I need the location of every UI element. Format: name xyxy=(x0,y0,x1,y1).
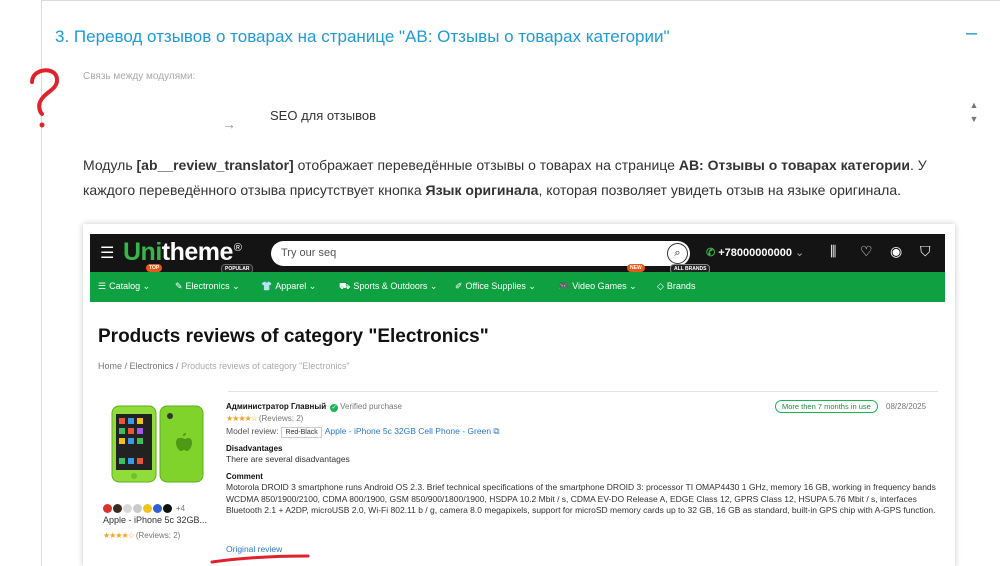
product-name[interactable]: Apple - iPhone 5c 32GB... xyxy=(103,515,207,525)
divider xyxy=(228,391,938,392)
store-header: ☰ Unitheme® Try our seq ⌕ ✆ +78000000000 … xyxy=(90,234,945,274)
breadcrumb-current: Products reviews of category "Electronic… xyxy=(181,361,350,371)
review-author: Администратор Главный ✓ Verified purchase xyxy=(226,402,402,412)
arrow-up-icon[interactable]: ▲ xyxy=(968,98,980,112)
module-description: Модуль [ab__review_translator] отображае… xyxy=(83,157,927,198)
nav-catalog[interactable]: ☰ Catalog ⌄ xyxy=(98,281,150,292)
button-name: Язык оригинала xyxy=(425,182,539,198)
page-title: Products reviews of category "Electronic… xyxy=(98,326,489,347)
comment-heading: Comment xyxy=(226,472,263,481)
nav-brands[interactable]: ◇ Brands xyxy=(657,281,695,292)
model-review: Model review: Red-Black Apple - iPhone 5c … xyxy=(226,426,500,438)
comment-text: Motorola DROID 3 smartphone runs Android… xyxy=(226,482,936,515)
red-underline-annotation xyxy=(210,554,310,564)
review-date: 08/28/2025 xyxy=(886,402,927,411)
color-swatch[interactable] xyxy=(143,504,152,514)
color-swatch[interactable] xyxy=(153,504,162,514)
variant-tag: Red-Black xyxy=(281,427,322,438)
collapse-icon[interactable]: – xyxy=(966,22,977,45)
color-swatch[interactable] xyxy=(103,504,112,514)
nav-sports[interactable]: ⛟ Sports & Outdoors ⌄ xyxy=(339,281,437,293)
page-name: АВ: Отзывы о товарах категории xyxy=(678,157,910,173)
color-swatch[interactable] xyxy=(113,504,122,514)
breadcrumb: Home / Electronics / Products reviews of… xyxy=(98,361,350,371)
product-rating: ★★★★☆ (Reviews: 2) xyxy=(103,531,181,540)
question-mark-annotation xyxy=(30,68,59,128)
nav-office[interactable]: ✐ Office Supplies ⌄ xyxy=(455,281,536,292)
menu-icon[interactable]: ☰ xyxy=(100,243,114,263)
search-icon[interactable]: ⌕ xyxy=(667,243,688,264)
accordion-title[interactable]: 3. Перевод отзывов о товарах на странице… xyxy=(55,27,670,47)
account-icon[interactable]: ◉ xyxy=(890,243,902,260)
model-link[interactable]: Apple - iPhone 5c 32GB Cell Phone - Gree… xyxy=(325,426,500,436)
breadcrumb-electronics[interactable]: Electronics xyxy=(130,361,174,371)
cart-icon[interactable]: ⛉ xyxy=(920,243,931,260)
phone-number[interactable]: ✆ +78000000000 ⌄ xyxy=(706,246,804,259)
store-logo[interactable]: Unitheme® xyxy=(123,238,242,267)
compare-icon[interactable]: ⫼ xyxy=(830,243,836,260)
color-swatch[interactable] xyxy=(133,504,142,514)
review-rating: ★★★★☆ (Reviews: 2) xyxy=(226,414,304,423)
store-screenshot: ☰ Unitheme® Try our seq ⌕ ✆ +78000000000 … xyxy=(83,224,955,566)
relation-label: Связь между модулями: xyxy=(83,71,196,82)
phone-icon: ✆ xyxy=(706,247,716,259)
category-nav: ☰ Catalog ⌄ ✎ Electronics ⌄ 👕 Apparel ⌄ ⛟ Sp… xyxy=(90,272,945,302)
usage-time-badge: More then 7 months in use xyxy=(775,400,878,413)
nav-video-games[interactable]: 🎮 Video Games ⌄ xyxy=(558,281,637,292)
arrow-down-icon[interactable]: ▼ xyxy=(968,112,980,126)
search-input[interactable]: Try our seq ⌕ xyxy=(271,241,690,266)
arrow-right-icon: → xyxy=(222,116,236,132)
wishlist-icon[interactable]: ♡ xyxy=(860,243,873,260)
related-module[interactable]: SEO для отзывов xyxy=(270,108,376,123)
disadvantages-text: There are several disadvantages xyxy=(226,454,350,464)
verified-purchase: ✓ Verified purchase xyxy=(330,402,402,412)
scroll-arrows[interactable]: ▲ ▼ xyxy=(968,98,980,126)
module-id: [ab__review_translator] xyxy=(136,157,294,173)
product-image[interactable] xyxy=(110,404,205,484)
new-badge: NEW xyxy=(627,264,645,272)
nav-electronics[interactable]: ✎ Electronics ⌄ xyxy=(175,281,240,292)
color-swatch[interactable] xyxy=(163,504,172,514)
more-colors[interactable]: +4 xyxy=(176,504,185,513)
disadvantages-heading: Disadvantages xyxy=(226,444,283,453)
rating-stars-icon: ★★★★☆ xyxy=(103,531,135,540)
top-badge: TOP xyxy=(146,264,163,272)
color-swatch[interactable] xyxy=(123,504,132,514)
breadcrumb-home[interactable]: Home xyxy=(98,361,122,371)
rating-stars-icon: ★★★★☆ xyxy=(226,414,258,423)
check-icon: ✓ xyxy=(330,404,339,412)
nav-apparel[interactable]: 👕 Apparel ⌄ xyxy=(261,281,316,292)
